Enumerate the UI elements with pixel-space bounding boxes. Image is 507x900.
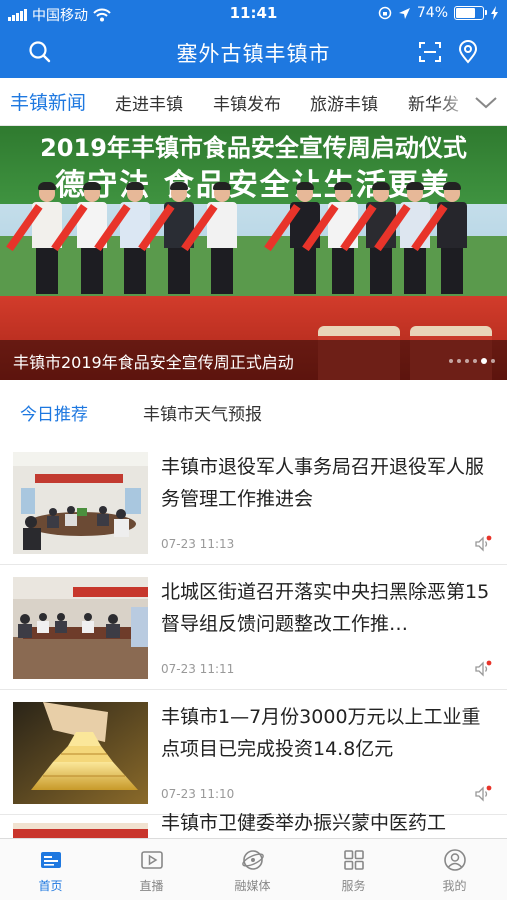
news-thumbnail	[13, 452, 148, 554]
tab-label: 服务	[341, 879, 366, 893]
tab-label: 首页	[38, 879, 63, 893]
rotation-lock-icon	[378, 6, 392, 20]
tab-release[interactable]: 丰镇发布	[213, 90, 281, 115]
carousel-dot	[449, 359, 453, 363]
banner-image-slogan: 德守法 食品安全让生活更美	[55, 168, 452, 203]
carousel-dot	[491, 359, 495, 363]
status-right: 74%	[378, 5, 499, 21]
banner-image-heading: 2019年丰镇市食品安全宣传周启动仪式	[40, 134, 467, 162]
video-play-icon	[141, 851, 163, 869]
news-time: 07-23 11:10	[161, 787, 235, 801]
news-list: 丰镇市退役军人事务局召开退役军人服务管理工作推进会 07-23 11:13 北城…	[0, 440, 507, 838]
charging-icon	[491, 6, 498, 20]
carousel-dot	[481, 358, 487, 364]
tab-weather[interactable]: 丰镇市天气预报	[143, 400, 262, 425]
battery-icon	[454, 6, 487, 20]
tab-mine[interactable]: 我的	[404, 839, 505, 900]
scan-icon[interactable]	[417, 39, 443, 65]
news-thumbnail	[13, 823, 148, 838]
chevron-down-icon	[475, 97, 497, 109]
news-title: 丰镇市卫健委举办振兴蒙中医药工	[161, 812, 447, 834]
tab-service[interactable]: 服务	[303, 839, 404, 900]
news-item[interactable]: 丰镇市1—7月份3000万元以上工业重点项目已完成投资14.8亿元 07-23 …	[0, 690, 507, 815]
home-news-icon	[41, 852, 61, 868]
carousel-dot	[457, 359, 461, 363]
news-item[interactable]: 丰镇市卫健委举办振兴蒙中医药工	[0, 812, 507, 838]
news-time: 07-23 11:13	[161, 537, 235, 551]
carousel-dot	[465, 359, 469, 363]
location-icon[interactable]	[455, 39, 481, 65]
tab-today-recommend[interactable]: 今日推荐	[20, 400, 88, 425]
tab-media[interactable]: 融媒体	[202, 839, 303, 900]
status-bar: 中国移动 11:41 74%	[0, 0, 507, 26]
audio-play-icon[interactable]	[473, 784, 493, 804]
user-profile-icon	[444, 849, 466, 871]
bottom-tab-bar: 首页 直播 融媒体 服务 我的	[0, 838, 507, 900]
location-arrow-icon	[398, 7, 410, 19]
news-time: 07-23 11:11	[161, 662, 235, 676]
banner-carousel[interactable]: 2019年丰镇市食品安全宣传周启动仪式 德守法 食品安全让生活更美 丰镇市201…	[0, 126, 507, 380]
banner-backdrop: 2019年丰镇市食品安全宣传周启动仪式 德守法 食品安全让生活更美	[0, 126, 507, 204]
tab-tourism[interactable]: 旅游丰镇	[310, 90, 378, 115]
audio-play-icon[interactable]	[473, 659, 493, 679]
carousel-indicator	[449, 358, 495, 364]
category-tabs: 丰镇新闻 走进丰镇 丰镇发布 旅游丰镇 新华发	[0, 78, 507, 126]
app-header: 塞外古镇丰镇市	[0, 26, 507, 78]
tab-home[interactable]: 首页	[0, 839, 101, 900]
sub-tabs: 今日推荐 丰镇市天气预报	[0, 380, 507, 440]
news-title: 北城区街道召开落实中央扫黑除恶第15督导组反馈问题整改工作推…	[161, 581, 490, 635]
grid-apps-icon	[344, 850, 364, 870]
tab-about[interactable]: 走进丰镇	[115, 90, 183, 115]
audio-play-icon[interactable]	[473, 534, 493, 554]
tab-label: 融媒体	[234, 879, 271, 893]
tab-live[interactable]: 直播	[101, 839, 202, 900]
news-thumbnail	[13, 702, 148, 804]
tab-news[interactable]: 丰镇新闻	[10, 88, 86, 115]
news-thumbnail	[13, 577, 148, 679]
banner-caption: 丰镇市2019年食品安全宣传周正式启动	[13, 353, 294, 372]
news-item[interactable]: 北城区街道召开落实中央扫黑除恶第15督导组反馈问题整改工作推… 07-23 11…	[0, 565, 507, 690]
carousel-dot	[473, 359, 477, 363]
tab-label: 直播	[139, 879, 164, 893]
battery-percent: 74%	[416, 5, 448, 21]
news-title: 丰镇市1—7月份3000万元以上工业重点项目已完成投资14.8亿元	[161, 706, 481, 760]
news-item[interactable]: 丰镇市退役军人事务局召开退役军人服务管理工作推进会 07-23 11:13	[0, 440, 507, 565]
media-globe-icon	[242, 850, 264, 870]
category-more-button[interactable]	[465, 78, 507, 125]
news-title: 丰镇市退役军人事务局召开退役军人服务管理工作推进会	[161, 456, 485, 510]
tab-label: 我的	[442, 879, 467, 893]
